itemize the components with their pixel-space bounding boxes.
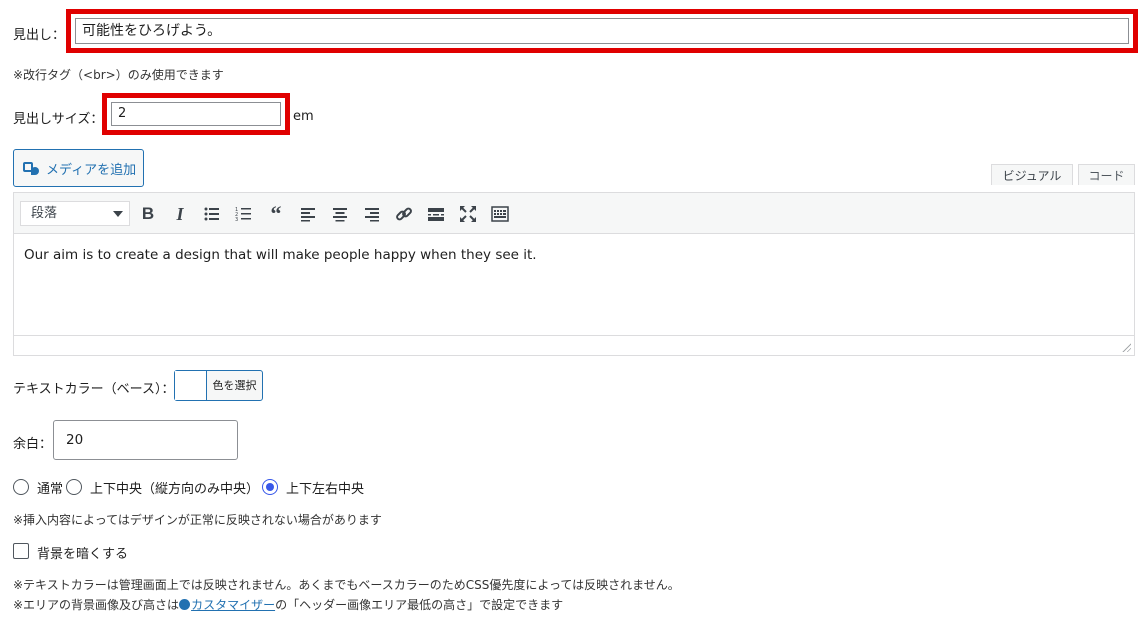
svg-text:3: 3 (235, 217, 238, 223)
read-more-icon[interactable] (425, 203, 447, 225)
text-color-label: テキストカラー（ベース）： (13, 382, 175, 397)
footer-note-2-prefix: ※エリアの背景画像及び高さは (13, 598, 180, 612)
toolbar-toggle-icon[interactable] (489, 203, 511, 225)
heading-size-input[interactable]: 2 (111, 102, 281, 126)
editor-content[interactable]: Our aim is to create a design that will … (13, 234, 1135, 335)
format-select[interactable]: 段落 (20, 201, 130, 226)
editor-paragraph: Our aim is to create a design that will … (24, 247, 537, 263)
align-center-icon[interactable] (329, 203, 351, 225)
bold-icon[interactable]: B (137, 203, 159, 225)
radio-normal-label: 通常 (37, 482, 64, 497)
color-picker-button[interactable]: 色を選択 (174, 370, 263, 401)
margin-input[interactable]: 20 (53, 420, 238, 460)
alignment-note: ※挿入内容によってはデザインが正常に反映されない場合があります (13, 513, 382, 527)
format-select-value: 段落 (31, 206, 58, 221)
editor-toolbar: 段落 B I 123 “ (13, 192, 1135, 234)
radio-normal[interactable] (13, 479, 29, 495)
editor-statusbar (13, 335, 1135, 356)
chevron-down-icon (113, 211, 123, 217)
fullscreen-icon[interactable] (457, 203, 479, 225)
heading-size-label: 見出しサイズ： (13, 112, 104, 127)
footer-note-1: ※テキストカラーは管理画面上では反映されません。あくまでもベースカラーのためCS… (13, 578, 680, 592)
heading-size-highlight: 2 (102, 93, 290, 135)
align-right-icon[interactable] (361, 203, 383, 225)
customizer-link[interactable]: カスタマイザー (191, 598, 275, 612)
radio-full-center[interactable] (262, 479, 278, 495)
add-media-label: メディアを追加 (46, 162, 137, 178)
bullet-list-icon[interactable] (201, 203, 223, 225)
heading-size-unit: em (293, 109, 314, 124)
heading-input[interactable]: 可能性をひろげよう。 (75, 18, 1129, 44)
darken-label: 背景を暗くする (37, 547, 129, 562)
heading-label: 見出し： (13, 28, 66, 43)
resize-handle-icon[interactable] (1121, 342, 1131, 352)
color-picker-label: 色を選択 (212, 379, 257, 392)
darken-checkbox[interactable] (13, 543, 29, 559)
heading-highlight: 可能性をひろげよう。 (66, 9, 1138, 53)
footer-note-2-suffix: の「ヘッダー画像エリア最低の高さ」で設定できます (275, 598, 564, 612)
footer-note-2: ※エリアの背景画像及び高さは カスタマイザーの「ヘッダー画像エリア最低の高さ」で設… (13, 596, 563, 613)
media-icon (22, 160, 40, 176)
margin-label: 余白： (13, 437, 53, 452)
italic-icon[interactable]: I (169, 203, 191, 225)
tab-code[interactable]: コード (1078, 164, 1135, 185)
radio-vertical-center[interactable] (66, 479, 82, 495)
radio-full-center-label: 上下左右中央 (286, 482, 365, 497)
add-media-button[interactable]: メディアを追加 (13, 149, 144, 187)
numbered-list-icon[interactable]: 123 (233, 203, 255, 225)
align-left-icon[interactable] (297, 203, 319, 225)
palette-icon (179, 599, 191, 610)
radio-vertical-center-label: 上下中央（縦方向のみ中央） (90, 482, 260, 497)
blockquote-icon[interactable]: “ (265, 201, 287, 226)
color-swatch (175, 371, 207, 400)
tab-visual[interactable]: ビジュアル (991, 164, 1073, 185)
heading-note: ※改行タグ（<br>）のみ使用できます (13, 68, 224, 82)
link-icon[interactable] (393, 203, 415, 225)
